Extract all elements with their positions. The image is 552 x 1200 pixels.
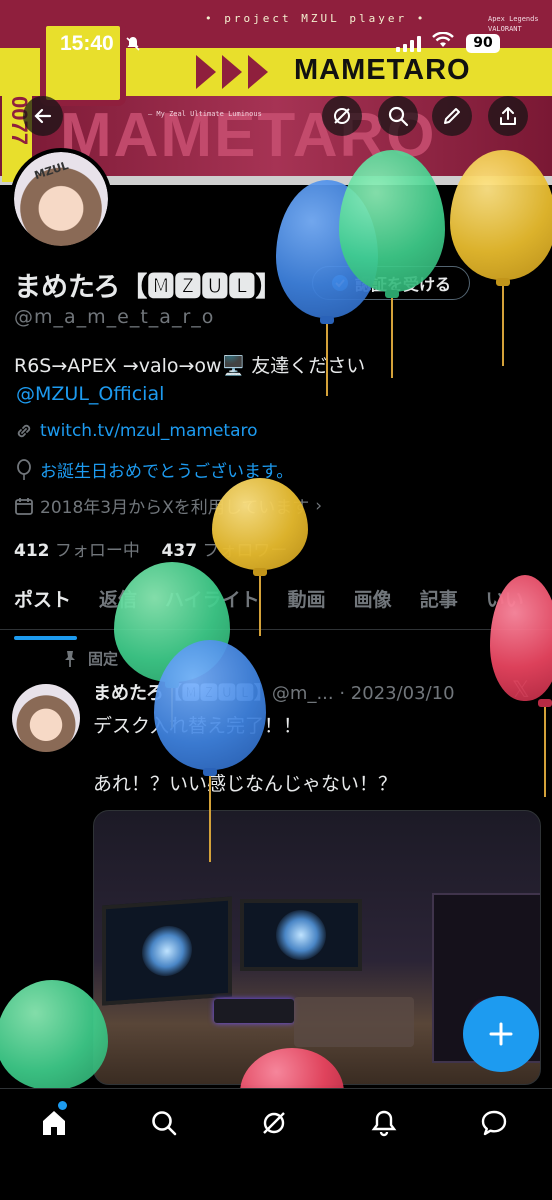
following-count[interactable]: 412: [14, 541, 50, 561]
tab-highlights[interactable]: ハイライト: [151, 582, 274, 629]
balloon-icon: [17, 458, 31, 480]
post-avatar[interactable]: [12, 684, 80, 752]
silent-bell-icon: [125, 36, 141, 56]
x-logo-icon: 𝕏: [512, 678, 530, 703]
grok-icon: [334, 108, 350, 124]
back-arrow-icon: [34, 108, 52, 124]
share-icon: [500, 107, 516, 125]
pin-icon: [65, 650, 75, 667]
following-label[interactable]: フォロー中: [55, 541, 140, 561]
pinned-label: 固定: [88, 650, 119, 668]
profile-avatar[interactable]: MZUL: [10, 148, 112, 250]
photo-monitor: [102, 896, 232, 1006]
wifi-icon: [432, 31, 454, 53]
nav-grok[interactable]: [254, 1103, 294, 1143]
verified-badge-icon: [331, 275, 348, 291]
followers-label[interactable]: フォロワー: [202, 541, 287, 561]
status-time: 15:40: [60, 32, 114, 55]
photo-mousepad: [294, 997, 414, 1047]
bell-icon: [371, 1110, 397, 1137]
edit-button[interactable]: [432, 96, 472, 136]
verify-button-label: 認証を受ける: [354, 275, 451, 294]
tab-articles[interactable]: 記事: [406, 582, 472, 629]
back-button[interactable]: [23, 96, 63, 136]
post-text-line: あれ！？いい感じなんじゃない！？: [93, 773, 398, 795]
follow-stats: 412 フォロー中 437 フォロワー: [14, 536, 287, 561]
status-bar: 15:40 90: [0, 28, 552, 62]
calendar-icon: [15, 497, 33, 515]
tab-replies[interactable]: 返信: [85, 582, 151, 629]
followers-count[interactable]: 437: [162, 541, 198, 561]
photo-monitor: [240, 899, 362, 971]
home-icon: [43, 1111, 65, 1135]
message-icon: [481, 1110, 507, 1136]
search-button[interactable]: [378, 96, 418, 136]
plus-icon: [489, 1022, 513, 1046]
nav-home[interactable]: [34, 1101, 74, 1143]
bottom-navigation: [0, 1088, 552, 1200]
website-link[interactable]: twitch.tv/mzul_mametaro: [40, 421, 258, 441]
nav-search[interactable]: [144, 1103, 184, 1143]
profile-bio: R6S→APEX →valo→ow🖥️ 友達ください: [14, 355, 366, 377]
photo-keyboard: [214, 999, 294, 1023]
post-header[interactable]: まめたろ【🅼🆉🆄🅻】@m_... · 2023/03/10: [93, 679, 455, 705]
pinned-indicator: 固定: [62, 648, 118, 669]
grok-icon: [263, 1112, 285, 1134]
post-text-line: デスク入れ替え完了！！: [93, 715, 303, 737]
compose-button[interactable]: [463, 996, 539, 1072]
joined-text: 2018年3月からXを利用しています: [40, 498, 310, 518]
grok-button[interactable]: [322, 96, 362, 136]
link-icon: [17, 424, 31, 438]
signal-icon: [396, 36, 421, 52]
tab-images[interactable]: 画像: [340, 582, 406, 629]
share-button[interactable]: [488, 96, 528, 136]
display-name: まめたろ【🅼🆉🆄🅻】: [14, 272, 283, 303]
pencil-icon: [444, 108, 460, 124]
battery-indicator: 90: [466, 34, 500, 53]
notification-dot: [58, 1101, 67, 1110]
chevron-right-icon: ›: [315, 495, 323, 516]
banner-project-text: • project MZUL player •: [205, 12, 427, 25]
tab-likes[interactable]: いい: [472, 582, 538, 629]
search-icon: [388, 106, 409, 127]
website-row[interactable]: twitch.tv/mzul_mametaro: [14, 421, 258, 441]
verify-button[interactable]: 認証を受ける: [312, 266, 470, 300]
nav-notifications[interactable]: [364, 1103, 404, 1143]
nav-messages[interactable]: [474, 1103, 514, 1143]
joined-row[interactable]: 2018年3月からXを利用しています ›: [14, 493, 322, 518]
tab-videos[interactable]: 動画: [274, 582, 340, 629]
search-icon: [152, 1111, 177, 1136]
birthday-row: お誕生日おめでとうございます。: [14, 457, 293, 482]
banner-tagline: — My Zeal Ultimate Luminous: [148, 110, 262, 118]
post-author[interactable]: まめたろ【🅼🆉🆄🅻】: [93, 683, 272, 704]
post-handle-date: @m_... · 2023/03/10: [271, 683, 455, 704]
bio-mention-link[interactable]: @MZUL_Official: [16, 383, 164, 405]
banner-right-line: Apex Legends: [488, 15, 539, 23]
profile-tabs: ポスト 返信 ハイライト 動画 画像 記事 いい: [0, 582, 552, 640]
tab-posts[interactable]: ポスト: [0, 582, 85, 640]
profile-handle: @m_a_m_e_t_a_r_o: [14, 306, 215, 328]
birthday-text[interactable]: お誕生日おめでとうございます。: [40, 457, 293, 482]
